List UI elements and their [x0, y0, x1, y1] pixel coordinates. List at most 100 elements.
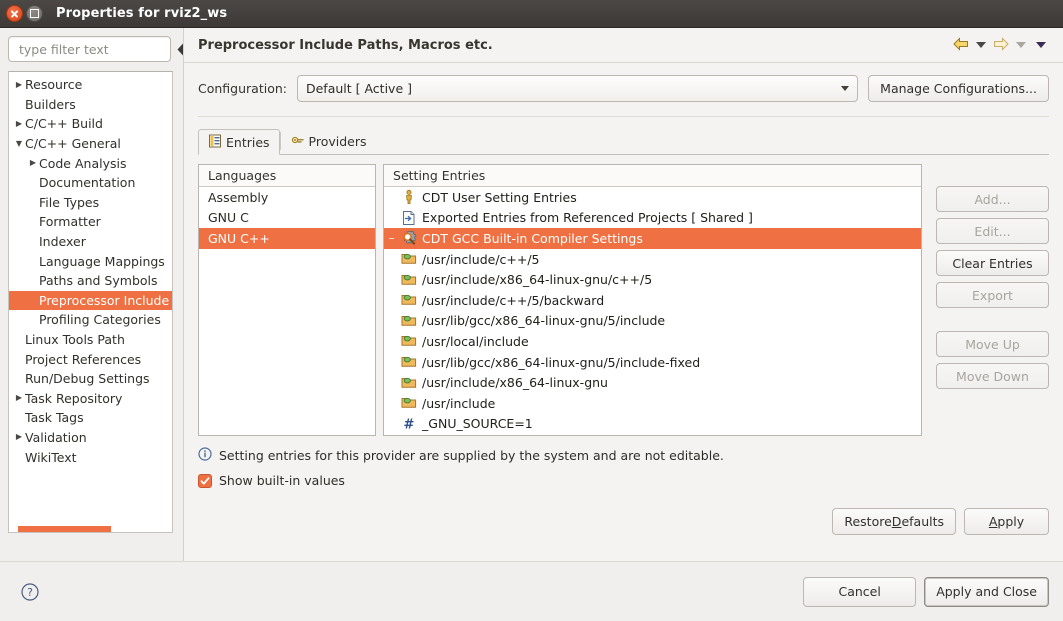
tab-providers[interactable]: Providers [281, 128, 377, 154]
sidebar-item-task-repository[interactable]: ▶Task Repository [9, 389, 172, 409]
setting-entry-label: Exported Entries from Referenced Project… [422, 210, 753, 225]
sidebar-item-label: Validation [25, 430, 87, 445]
sidebar-item-label: Paths and Symbols [39, 273, 158, 288]
sidebar-item-label: C/C++ General [25, 136, 121, 151]
manage-configurations-button[interactable]: Manage Configurations... [868, 75, 1049, 102]
folder-icon [401, 292, 417, 308]
sidebar-item-project-references[interactable]: Project References [9, 349, 172, 369]
show-builtin-values-checkbox[interactable] [198, 474, 212, 488]
sidebar-item-c-c-build[interactable]: ▶C/C++ Build [9, 114, 172, 134]
languages-list-header: Languages [199, 165, 375, 187]
search-input[interactable] [17, 41, 177, 58]
settings-tree[interactable]: ▶ResourceBuilders▶C/C++ Build▼C/C++ Gene… [8, 71, 173, 533]
tree-hscrollbar-thumb[interactable] [18, 526, 111, 532]
configuration-row: Configuration: Default [ Active ] Manage… [198, 75, 1049, 117]
sidebar-item-label: Documentation [39, 175, 135, 190]
forward-arrow-icon[interactable] [993, 37, 1009, 54]
sidebar-item-c-c-general[interactable]: ▼C/C++ General [9, 134, 172, 154]
view-menu-chevron-down-icon[interactable] [1036, 42, 1046, 48]
chevron-down-icon[interactable]: ▼ [13, 140, 25, 148]
language-list-item[interactable]: GNU C++ [199, 228, 375, 249]
chevron-right-icon[interactable]: ▶ [27, 159, 39, 167]
sidebar-item-label: Formatter [39, 214, 101, 229]
chevron-down-icon [841, 86, 849, 91]
chevron-right-icon[interactable]: ▶ [13, 433, 25, 441]
folder-icon [401, 333, 417, 349]
clear-entries-button[interactable]: Clear Entries [936, 250, 1049, 276]
cancel-button[interactable]: Cancel [803, 577, 916, 607]
folder-icon [401, 272, 417, 288]
setting-entry-row[interactable]: /usr/include [384, 393, 921, 414]
sidebar-item-linux-tools-path[interactable]: Linux Tools Path [9, 330, 172, 350]
apply-and-close-button[interactable]: Apply and Close [924, 577, 1049, 607]
languages-list[interactable]: Languages AssemblyGNU CGNU C++ [198, 164, 376, 436]
setting-entry-row[interactable]: /usr/include/x86_64-linux-gnu/c++/5 [384, 269, 921, 290]
back-history-chevron-down-icon[interactable] [976, 42, 986, 48]
configuration-select[interactable]: Default [ Active ] [297, 75, 858, 102]
setting-entry-row[interactable]: /usr/include/c++/5/backward [384, 290, 921, 311]
sidebar-item-documentation[interactable]: Documentation [9, 173, 172, 193]
page-nav-icons [953, 37, 1049, 54]
collapse-toggle-icon[interactable]: − [387, 234, 396, 243]
configuration-selected-value: Default [ Active ] [306, 81, 841, 96]
setting-entry-label: /usr/lib/gcc/x86_64-linux-gnu/5/include-… [422, 355, 700, 370]
chevron-right-icon[interactable]: ▶ [13, 120, 25, 128]
sidebar-item-label: Preprocessor Include [39, 293, 169, 308]
show-builtin-values-row[interactable]: Show built-in values [198, 473, 1049, 488]
tab-entries[interactable]: Entries [198, 129, 280, 155]
sidebar-item-profiling-categories[interactable]: Profiling Categories [9, 310, 172, 330]
page-content: Configuration: Default [ Active ] Manage… [184, 63, 1063, 535]
sidebar-item-label: Linux Tools Path [25, 332, 125, 347]
sidebar-item-preprocessor-include[interactable]: Preprocessor Include [9, 291, 172, 311]
forward-history-chevron-down-icon[interactable] [1016, 42, 1026, 48]
sidebar-item-validation[interactable]: ▶Validation [9, 428, 172, 448]
sidebar-item-label: Language Mappings [39, 254, 165, 269]
setting-entry-row[interactable]: /usr/include/c++/5 [384, 249, 921, 270]
move-down-button: Move Down [936, 363, 1049, 389]
setting-entry-row[interactable]: −CDT GCC Built-in Compiler Settings [384, 228, 921, 249]
apply-suffix: pply [997, 514, 1024, 529]
setting-entry-row[interactable]: /usr/lib/gcc/x86_64-linux-gnu/5/include [384, 311, 921, 332]
setting-entry-row[interactable]: Exported Entries from Referenced Project… [384, 208, 921, 229]
chevron-right-icon[interactable]: ▶ [13, 81, 25, 89]
sidebar-item-resource[interactable]: ▶Resource [9, 75, 172, 95]
sidebar-item-task-tags[interactable]: Task Tags [9, 408, 172, 428]
user-icon [401, 189, 417, 205]
folder-icon [401, 313, 417, 329]
language-list-item[interactable]: GNU C [199, 208, 375, 229]
sidebar-item-code-analysis[interactable]: ▶Code Analysis [9, 153, 172, 173]
help-icon[interactable]: ? [20, 582, 40, 602]
restore-defaults-mnemonic: D [892, 514, 902, 529]
restore-defaults-button[interactable]: Restore Defaults [832, 508, 956, 535]
apply-button[interactable]: Apply [964, 508, 1049, 535]
sidebar-item-language-mappings[interactable]: Language Mappings [9, 251, 172, 271]
window-title: Properties for rviz2_ws [56, 6, 227, 21]
setting-entry-label: /usr/local/include [422, 334, 529, 349]
setting-entry-row[interactable]: /usr/lib/gcc/x86_64-linux-gnu/5/include-… [384, 352, 921, 373]
setting-entry-row[interactable]: CDT User Setting Entries [384, 187, 921, 208]
sidebar-item-paths-and-symbols[interactable]: Paths and Symbols [9, 271, 172, 291]
filter-box[interactable] [8, 36, 171, 62]
maximize-icon[interactable] [26, 5, 43, 22]
chevron-right-icon[interactable]: ▶ [13, 394, 25, 402]
sidebar-item-wikitext[interactable]: WikiText [9, 447, 172, 467]
providers-icon [291, 133, 305, 150]
back-arrow-icon[interactable] [953, 37, 969, 54]
sidebar-item-label: Resource [25, 77, 82, 92]
setting-entry-label: _GNU_SOURCE=1 [422, 416, 533, 431]
language-list-item[interactable]: Assembly [199, 187, 375, 208]
sidebar-item-builders[interactable]: Builders [9, 95, 172, 115]
setting-entry-row[interactable]: /usr/local/include [384, 331, 921, 352]
tree-hscrollbar-track[interactable] [10, 526, 173, 532]
svg-text:?: ? [27, 586, 33, 599]
sidebar-item-run-debug-settings[interactable]: Run/Debug Settings [9, 369, 172, 389]
setting-entries-header: Setting Entries [384, 165, 921, 187]
configuration-label: Configuration: [198, 81, 287, 96]
sidebar-item-formatter[interactable]: Formatter [9, 212, 172, 232]
close-icon[interactable] [6, 5, 23, 22]
setting-entry-row[interactable]: /usr/include/x86_64-linux-gnu [384, 372, 921, 393]
sidebar-item-indexer[interactable]: Indexer [9, 232, 172, 252]
setting-entry-row[interactable]: #_GNU_SOURCE=1 [384, 414, 921, 435]
sidebar-item-file-types[interactable]: File Types [9, 193, 172, 213]
setting-entries-list[interactable]: Setting Entries CDT User Setting Entries… [383, 164, 922, 436]
